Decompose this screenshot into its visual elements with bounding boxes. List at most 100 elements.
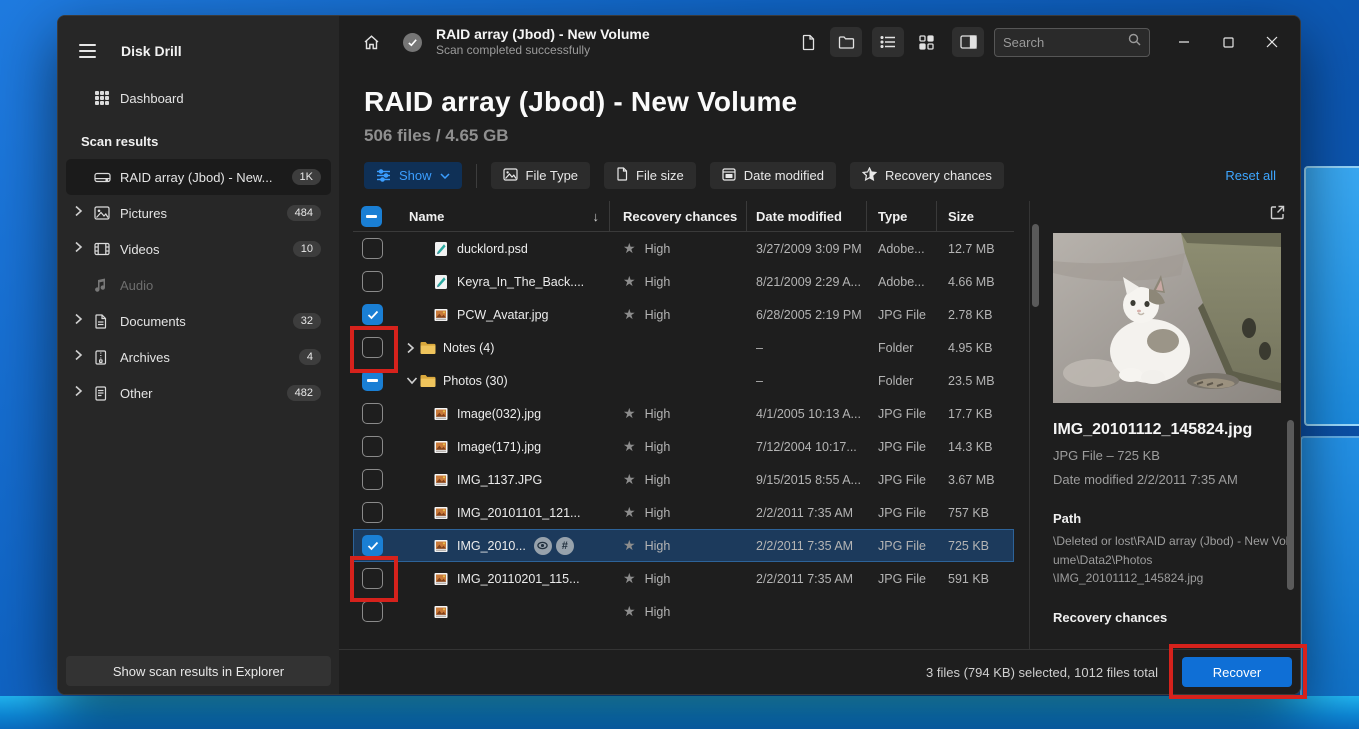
column-header-name[interactable]: Name: [409, 209, 444, 224]
folder-view-icon[interactable]: [830, 27, 862, 57]
filter-row: Show File Type File size Date modified R…: [339, 146, 1300, 189]
show-filter-button[interactable]: Show: [364, 162, 462, 189]
star-icon: ★: [623, 273, 636, 290]
chevron-right-icon[interactable]: [74, 240, 83, 258]
count-badge: 1K: [292, 169, 321, 185]
details-scrollbar[interactable]: [1287, 420, 1294, 590]
wallpaper-glow: [0, 696, 1359, 729]
preview-path-label: Path: [1053, 511, 1300, 526]
row-checkbox[interactable]: [362, 337, 383, 358]
wallpaper-logo-pane-bottom: [1300, 436, 1359, 716]
search-box: [994, 28, 1150, 57]
archives-icon: [94, 350, 120, 365]
column-header-date[interactable]: Date modified: [746, 201, 866, 231]
chevron-right-icon[interactable]: [74, 384, 83, 402]
page-subtitle: 506 files / 4.65 GB: [364, 126, 1300, 146]
table-row-image-171-jpg[interactable]: Image(171).jpg★High7/12/2004 10:17...JPG…: [353, 430, 1014, 463]
row-checkbox[interactable]: [362, 568, 383, 589]
topbar-subtitle: Scan completed successfully: [436, 43, 650, 58]
maximize-button[interactable]: [1206, 24, 1250, 60]
column-header-recovery[interactable]: Recovery chances: [609, 201, 746, 231]
table-header: Name ↓ Recovery chances Date modified Ty…: [353, 201, 1014, 232]
table-row-keyra-in-the-back[interactable]: Keyra_In_The_Back....★High8/21/2009 2:29…: [353, 265, 1014, 298]
hamburger-menu-icon[interactable]: [70, 36, 104, 66]
home-icon[interactable]: [355, 27, 387, 57]
panel-toggle-icon[interactable]: [952, 27, 984, 57]
table-row-image-032-jpg[interactable]: Image(032).jpg★High4/1/2005 10:13 A...JP…: [353, 397, 1014, 430]
sidebar-item-videos[interactable]: Videos10: [66, 231, 331, 267]
app-title: Disk Drill: [121, 43, 182, 59]
file-size-icon: [616, 167, 628, 184]
grid-view-icon[interactable]: [910, 27, 942, 57]
chevron-right-icon[interactable]: [74, 312, 83, 330]
table-row-img-1137-jpg[interactable]: IMG_1137.JPG★High9/15/2015 8:55 A...JPG …: [353, 463, 1014, 496]
column-header-type[interactable]: Type: [866, 201, 936, 231]
sidebar-item-audio[interactable]: Audio: [66, 267, 331, 303]
search-input[interactable]: [1003, 35, 1128, 50]
jpg-file-icon: [433, 307, 457, 323]
table-row-img-2010[interactable]: IMG_2010...#★High2/2/2011 7:35 AMJPG Fil…: [353, 529, 1014, 562]
minimize-button[interactable]: [1162, 24, 1206, 60]
table-row-img-20110201-115[interactable]: IMG_20110201_115...★High2/2/2011 7:35 AM…: [353, 562, 1014, 595]
sidebar-item-pictures[interactable]: Pictures484: [66, 195, 331, 231]
sidebar-item-archives[interactable]: Archives4: [66, 339, 331, 375]
sidebar-item-dashboard[interactable]: Dashboard: [66, 80, 331, 116]
recover-button[interactable]: Recover: [1182, 657, 1292, 687]
date-modified-icon: [722, 167, 736, 184]
row-checkbox[interactable]: [362, 238, 383, 259]
star-icon: ★: [623, 405, 636, 422]
table-row-notes-4[interactable]: Notes (4)–Folder4.95 KB: [353, 331, 1014, 364]
table-row-partial[interactable]: ★High: [353, 595, 1014, 628]
select-all-checkbox[interactable]: [361, 206, 382, 227]
sidebar-item-documents[interactable]: Documents32: [66, 303, 331, 339]
table-row-pcw-avatar-jpg[interactable]: PCW_Avatar.jpg★High6/28/2005 2:19 PMJPG …: [353, 298, 1014, 331]
bottom-bar: 3 files (794 KB) selected, 1012 files to…: [339, 649, 1300, 694]
list-view-icon[interactable]: [872, 27, 904, 57]
show-scan-results-in-explorer-button[interactable]: Show scan results in Explorer: [66, 656, 331, 686]
chevron-right-icon[interactable]: [74, 348, 83, 366]
row-checkbox[interactable]: [362, 304, 383, 325]
chevron-down-icon: [440, 173, 450, 179]
count-badge: 484: [287, 205, 321, 221]
file-type-filter-button[interactable]: File Type: [491, 162, 591, 189]
psd-file-icon: [433, 241, 457, 257]
reset-all-link[interactable]: Reset all: [1225, 168, 1276, 183]
file-size-filter-button[interactable]: File size: [604, 162, 696, 189]
row-checkbox[interactable]: [362, 436, 383, 457]
close-button[interactable]: [1250, 24, 1294, 60]
table-row-photos-30[interactable]: Photos (30)–Folder23.5 MB: [353, 364, 1014, 397]
star-icon: ★: [623, 570, 636, 587]
other-icon: [94, 386, 120, 401]
preview-file-meta: JPG File – 725 KB: [1053, 448, 1300, 463]
chevron-down-icon[interactable]: [400, 376, 419, 385]
table-row-img-20101101-121[interactable]: IMG_20101101_121...★High2/2/2011 7:35 AM…: [353, 496, 1014, 529]
star-icon: ★: [623, 603, 636, 620]
documents-icon: [94, 314, 120, 329]
open-external-icon[interactable]: [1269, 204, 1286, 226]
row-checkbox[interactable]: [362, 403, 383, 424]
date-modified-filter-button[interactable]: Date modified: [710, 162, 836, 189]
main-area: RAID array (Jbod) - New Volume Scan comp…: [339, 16, 1300, 694]
file-view-icon[interactable]: [792, 27, 824, 57]
chevron-right-icon[interactable]: [74, 204, 83, 222]
file-type-icon: [503, 168, 518, 184]
table-row-ducklord-psd[interactable]: ducklord.psd★High3/27/2009 3:09 PMAdobe.…: [353, 232, 1014, 265]
jpg-file-icon: [433, 604, 457, 620]
count-badge: 10: [293, 241, 321, 257]
recovery-chances-filter-button[interactable]: Recovery chances: [850, 162, 1004, 189]
row-checkbox[interactable]: [362, 502, 383, 523]
row-checkbox[interactable]: [362, 271, 383, 292]
row-checkbox[interactable]: [362, 535, 383, 556]
row-checkbox[interactable]: [362, 469, 383, 490]
sidebar-item-other[interactable]: Other482: [66, 375, 331, 411]
chevron-right-icon[interactable]: [400, 342, 419, 354]
preview-recovery-label: Recovery chances: [1053, 610, 1300, 625]
sort-descending-icon[interactable]: ↓: [593, 209, 600, 224]
jpg-file-icon: [433, 571, 457, 587]
sidebar-item-raid-array-jbod-new[interactable]: RAID array (Jbod) - New...1K: [66, 159, 331, 195]
row-checkbox[interactable]: [362, 370, 383, 391]
jpg-file-icon: [433, 439, 457, 455]
column-header-size[interactable]: Size: [936, 201, 1014, 231]
dashboard-icon: [94, 90, 120, 106]
row-checkbox[interactable]: [362, 601, 383, 622]
